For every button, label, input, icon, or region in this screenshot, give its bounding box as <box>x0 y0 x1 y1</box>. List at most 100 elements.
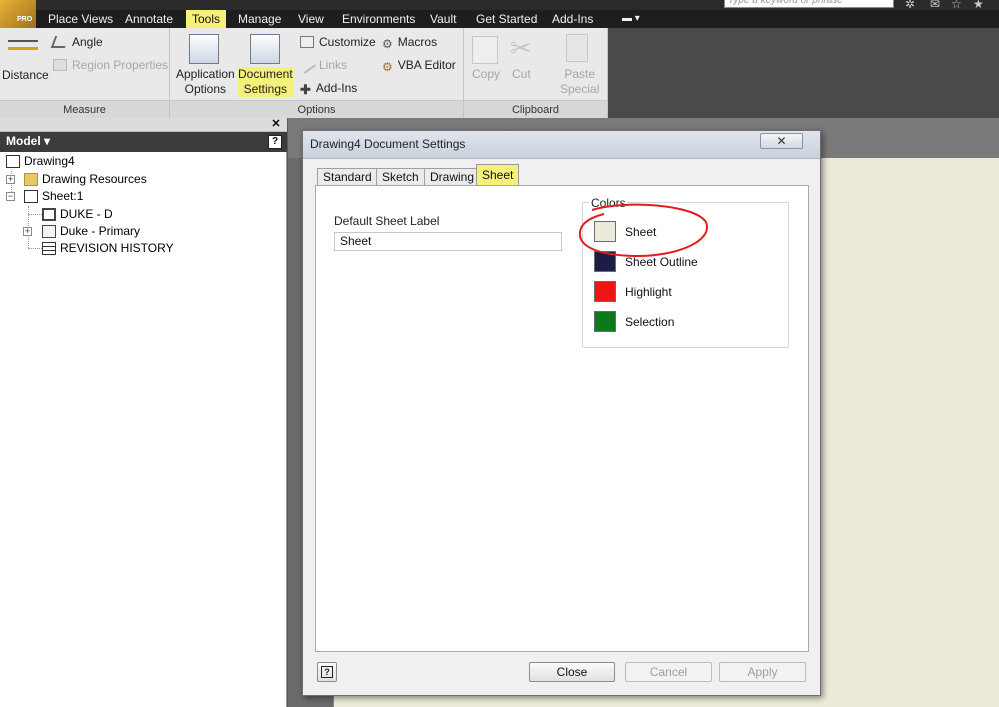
drawing-icon <box>6 155 20 168</box>
selection-color-swatch[interactable] <box>594 311 616 332</box>
distance-icon <box>8 40 38 50</box>
links-label: Links <box>319 58 348 72</box>
macros-button[interactable]: ⚙ Macros <box>382 35 438 51</box>
search-input[interactable]: Type a keyword or phrase <box>724 0 894 8</box>
tab-get-started[interactable]: Get Started <box>476 10 537 28</box>
table-icon <box>42 242 56 255</box>
tab-manage[interactable]: Manage <box>238 10 281 28</box>
folder-icon <box>24 173 38 186</box>
expand-icon[interactable]: + <box>23 227 32 236</box>
paste-special-label-2: Special <box>560 82 600 96</box>
dialog-help-button[interactable]: ? <box>317 662 337 682</box>
close-button[interactable]: Close <box>529 662 615 682</box>
title-block-icon <box>42 225 56 238</box>
tab-environments[interactable]: Environments <box>342 10 415 28</box>
tab-place-views[interactable]: Place Views <box>48 10 113 28</box>
options-panel: Application Options Document Settings Cu… <box>170 28 464 118</box>
browser-help-icon[interactable]: ? <box>268 135 282 149</box>
tab-sheet[interactable]: Sheet <box>476 164 520 186</box>
tree-line <box>28 248 42 249</box>
tree-item-label: Drawing Resources <box>42 172 147 186</box>
sheet-tab-page: Default Sheet Label Sheet Colors Sheet S… <box>315 185 809 652</box>
tree-item-label: Drawing4 <box>24 154 75 168</box>
tree-item-label: Sheet:1 <box>42 189 84 203</box>
document-settings-dialog: Drawing4 Document Settings ✕ Standard Sk… <box>302 130 821 696</box>
model-dropdown[interactable]: Model ▾ <box>6 134 50 148</box>
customize-label: Customize <box>319 35 376 49</box>
add-ins-label: Add-Ins <box>315 81 358 95</box>
vba-editor-label: VBA Editor <box>397 58 456 72</box>
add-ins-button[interactable]: ✚ Add-Ins <box>300 81 358 97</box>
cancel-button[interactable]: Cancel <box>625 662 712 682</box>
tab-tools[interactable]: Tools <box>186 10 227 28</box>
tab-drawing[interactable]: Drawing <box>424 168 481 186</box>
cut-button[interactable]: Cut <box>512 67 531 81</box>
document-settings-icon <box>250 34 280 64</box>
measure-panel: Distance Angle Region Properties Measure <box>0 28 170 118</box>
links-button[interactable]: Links <box>297 56 348 74</box>
tab-vault[interactable]: Vault <box>430 10 456 28</box>
border-icon <box>42 208 56 221</box>
tab-view[interactable]: View <box>298 10 324 28</box>
options-panel-title: Options <box>170 100 463 118</box>
angle-label: Angle <box>72 35 103 49</box>
collapse-icon[interactable]: − <box>6 192 15 201</box>
model-title: Model <box>6 134 41 148</box>
red-annotation-circle <box>578 203 709 258</box>
tab-annotate[interactable]: Annotate <box>125 10 173 28</box>
close-icon: ✕ <box>776 134 787 148</box>
document-settings-label-2: Settings <box>238 82 293 97</box>
apply-button[interactable]: Apply <box>719 662 806 682</box>
region-properties-icon <box>53 59 67 71</box>
default-sheet-label-caption: Default Sheet Label <box>334 214 440 228</box>
tree-item-label: DUKE - D <box>60 207 113 221</box>
distance-button[interactable]: Distance <box>2 68 49 82</box>
region-properties-label: Region Properties <box>72 58 169 72</box>
paste-special-icon <box>566 34 588 62</box>
application-options-label-1: Application <box>176 67 235 81</box>
dialog-title-bar[interactable]: Drawing4 Document Settings ✕ <box>303 131 820 159</box>
ribbon-tab-bar: Place Views Annotate Tools Manage View E… <box>0 10 999 28</box>
angle-button[interactable]: Angle <box>50 35 103 49</box>
paste-special-button[interactable]: Paste Special <box>560 67 599 97</box>
ribbon-empty-area <box>608 28 999 118</box>
copy-icon <box>472 36 498 64</box>
tree-item-label: Duke - Primary <box>60 224 141 238</box>
measure-panel-title: Measure <box>0 100 169 118</box>
tab-sketch[interactable]: Sketch <box>376 168 425 186</box>
ribbon: Distance Angle Region Properties Measure… <box>0 28 608 118</box>
macros-icon: ⚙ <box>382 37 393 51</box>
title-bar: Type a keyword or phrase ✲ ✉ ☆ ★ <box>0 0 999 11</box>
close-browser-icon[interactable]: ✕ <box>270 118 282 130</box>
region-properties-button[interactable]: Region Properties <box>53 58 168 72</box>
customize-button[interactable]: Customize <box>300 35 376 49</box>
pro-badge: PRO <box>17 16 33 23</box>
sheet-icon <box>24 190 38 203</box>
document-settings-label-1: Document <box>238 67 293 82</box>
model-browser: ✕ Model ▾ ? Drawing4 + Drawing Resources… <box>0 118 287 707</box>
copy-button[interactable]: Copy <box>472 67 500 81</box>
highlight-color-swatch[interactable] <box>594 281 616 302</box>
macros-label: Macros <box>397 35 438 49</box>
application-options-label-2: Options <box>184 82 227 96</box>
expand-icon[interactable]: + <box>6 175 15 184</box>
links-icon <box>297 56 317 74</box>
dialog-close-button[interactable]: ✕ <box>760 133 803 149</box>
clipboard-panel: Copy ✂ Cut Paste Special Clipboard <box>464 28 608 118</box>
ribbon-display-toggle-icon[interactable]: ▬ ▾ <box>622 10 640 28</box>
selection-color-label: Selection <box>625 315 675 329</box>
customize-icon <box>300 36 314 48</box>
vba-editor-button[interactable]: ⚙ VBA Editor <box>382 58 456 74</box>
tree-item-label: REVISION HISTORY <box>60 241 174 255</box>
angle-icon <box>50 36 70 48</box>
add-ins-icon: ✚ <box>300 82 311 97</box>
tab-add-ins[interactable]: Add-Ins <box>552 10 593 28</box>
paste-special-label-1: Paste <box>564 67 596 81</box>
document-settings-button[interactable]: Document Settings <box>238 67 293 97</box>
cut-icon: ✂ <box>510 33 532 63</box>
application-options-button[interactable]: Application Options <box>176 67 235 97</box>
tab-standard[interactable]: Standard <box>317 168 378 186</box>
default-sheet-label-field[interactable]: Sheet <box>334 232 562 251</box>
dialog-title: Drawing4 Document Settings <box>310 137 466 151</box>
app-menu-button[interactable]: PRO <box>0 0 36 28</box>
